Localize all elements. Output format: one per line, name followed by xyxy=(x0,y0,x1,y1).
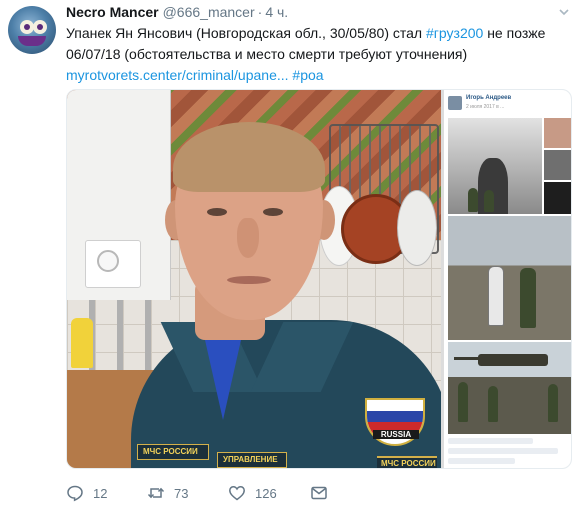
profile-screenshot[interactable]: Игорь Андреев 2 июля 2017 в ... xyxy=(443,90,571,468)
avatar-eye xyxy=(33,20,47,34)
pipe xyxy=(117,300,123,370)
tweet: Necro Mancer @666_mancer · 4 ч. Упанек Я… xyxy=(0,0,581,515)
main-photo[interactable]: RUSSIA МЧС РОССИИ УПРАВЛЕНИЕ МЧС РОССИИ xyxy=(67,90,441,468)
profile-date: 2 июля 2017 в ... xyxy=(466,104,505,110)
hashtag-link[interactable]: #роа xyxy=(292,67,323,83)
profile-header: Игорь Андреев 2 июля 2017 в ... xyxy=(448,94,570,116)
thumbnail-photo xyxy=(448,216,571,340)
patch-label: RUSSIA xyxy=(373,430,419,439)
reply-button[interactable]: 12 xyxy=(66,482,107,504)
avatar-eye xyxy=(20,20,34,34)
profile-name: Игорь Андреев xyxy=(466,95,512,101)
retweet-icon xyxy=(147,487,165,499)
reply-count: 12 xyxy=(93,485,108,501)
thumbnail-photo xyxy=(544,182,571,214)
person xyxy=(484,190,494,212)
profile-avatar xyxy=(448,96,462,110)
eye xyxy=(263,208,283,216)
display-name[interactable]: Necro Mancer xyxy=(66,4,159,20)
timestamp[interactable]: 4 ч. xyxy=(265,4,288,20)
direct-message-icon xyxy=(311,486,327,500)
person xyxy=(520,268,536,328)
stripe-text: МЧС РОССИИ xyxy=(143,447,198,456)
tank xyxy=(454,354,548,366)
retweet-button[interactable]: 73 xyxy=(147,482,188,504)
stripe-text: УПРАВЛЕНИЕ xyxy=(223,455,278,464)
avatar[interactable] xyxy=(8,6,56,54)
person xyxy=(468,188,478,212)
thumbnail-photo xyxy=(448,118,542,214)
eye xyxy=(207,208,227,216)
profile-comments xyxy=(448,438,570,468)
stripe-text: МЧС РОССИИ xyxy=(381,459,436,468)
like-button[interactable]: 126 xyxy=(228,482,277,504)
person xyxy=(548,384,558,422)
thumbnail-photo xyxy=(544,118,571,148)
person xyxy=(488,266,504,326)
url-link[interactable]: myrotvorets.center/criminal/upane... xyxy=(66,67,289,83)
like-icon xyxy=(229,486,245,501)
media-container[interactable]: RUSSIA МЧС РОССИИ УПРАВЛЕНИЕ МЧС РОССИИ … xyxy=(66,89,572,469)
pipe xyxy=(145,300,151,370)
bottle xyxy=(71,318,93,368)
nose xyxy=(237,218,259,258)
mouth xyxy=(227,276,271,284)
tweet-text-part: Упанек Ян Янсович (Новгородская обл., 30… xyxy=(66,25,426,41)
direct-message-button[interactable] xyxy=(310,482,337,504)
like-count: 126 xyxy=(255,485,277,501)
person xyxy=(458,382,468,422)
tweet-actions: 12 73 126 xyxy=(66,482,366,504)
person xyxy=(488,386,498,422)
thumbnail-photo xyxy=(448,342,571,434)
avatar-mouth xyxy=(18,36,46,46)
tweet-header: Necro Mancer @666_mancer · 4 ч. xyxy=(66,4,288,22)
hashtag-link[interactable]: #груз200 xyxy=(426,25,483,41)
caret-down-icon[interactable] xyxy=(558,6,570,18)
reply-icon xyxy=(67,485,83,502)
user-handle[interactable]: @666_mancer xyxy=(163,4,255,20)
separator-dot: · xyxy=(257,4,263,20)
retweet-count: 73 xyxy=(174,485,189,501)
thumbnail-photo xyxy=(544,150,571,180)
plate xyxy=(397,190,437,266)
tweet-text: Упанек Ян Янсович (Новгородская обл., 30… xyxy=(66,23,566,86)
boiler-knob xyxy=(97,250,119,272)
